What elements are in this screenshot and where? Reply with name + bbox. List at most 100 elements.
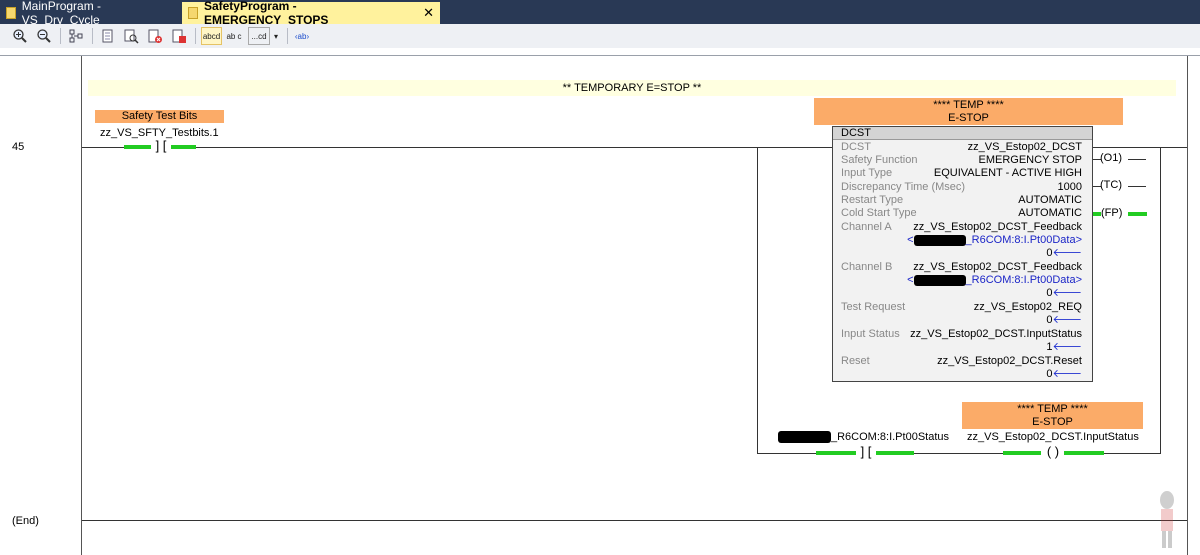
delete-rung-icon[interactable] <box>146 27 164 45</box>
param-value[interactable]: AUTOMATIC <box>1018 194 1082 207</box>
param-label: Safety Function <box>841 154 918 166</box>
left-power-rail <box>81 56 82 555</box>
redacted-mark <box>913 234 966 246</box>
output-pin-o1[interactable]: (O1) <box>1100 152 1122 164</box>
toolbar-separator <box>60 28 61 44</box>
param-label: DCST <box>841 141 871 153</box>
ladder-toolbar: abcd ab c ...cd ▾ ‹ab› <box>0 24 1200 49</box>
ote-coil[interactable]: ( ) <box>1041 445 1065 458</box>
alias-bracket: < <box>907 234 914 246</box>
param-label: Channel B <box>841 261 893 273</box>
document-tab-bar: MainProgram - VS_Dry_Cycle SafetyProgram… <box>0 0 1200 27</box>
rung-structure-icon[interactable] <box>67 27 85 45</box>
param-row: Test Request zz_VS_Estop02_REQ <box>841 301 1082 314</box>
coil-description-line: E-STOP <box>1032 416 1073 428</box>
coil-description-line: **** TEMP **** <box>1017 403 1088 415</box>
param-row: Input Type EQUIVALENT - ACTIVE HIGH <box>841 167 1082 180</box>
param-value[interactable]: EQUIVALENT - ACTIVE HIGH <box>934 167 1082 180</box>
param-value[interactable]: AUTOMATIC <box>1018 207 1082 220</box>
zoom-in-icon[interactable] <box>11 27 29 45</box>
chevron-down-icon[interactable]: ▾ <box>271 27 281 45</box>
energized-indicator <box>1128 212 1147 216</box>
block-description-line: **** TEMP **** <box>933 99 1004 111</box>
redacted-mark <box>913 274 966 286</box>
xic-contact[interactable]: ] [ <box>856 445 876 458</box>
param-row: Restart Type AUTOMATIC <box>841 194 1082 207</box>
contact-tag[interactable]: _R6COM:8:I.Pt00Status <box>831 431 949 443</box>
state-value: 0🡐 <box>1046 368 1082 381</box>
param-row: Channel B zz_VS_Estop02_DCST_Feedback <box>841 261 1082 274</box>
toolbar-separator <box>195 28 196 44</box>
branch-left-wire <box>757 147 758 453</box>
param-value[interactable]: zz_VS_Estop02_DCST.Reset <box>937 355 1082 368</box>
branch-right-wire <box>1160 147 1161 453</box>
param-label: Input Status <box>841 328 900 340</box>
arrow-left-icon: 🡐 <box>1052 314 1083 326</box>
energized-indicator <box>1003 451 1043 455</box>
alias-value[interactable]: < _R6COM:8:I.Pt00Data> <box>907 274 1082 287</box>
param-value[interactable]: zz_VS_Estop02_DCST.InputStatus <box>910 328 1082 341</box>
zoom-out-icon[interactable] <box>35 27 53 45</box>
show-tag-description-button[interactable]: abcd <box>201 27 222 45</box>
routine-icon <box>6 7 16 19</box>
param-value[interactable]: zz_VS_Estop02_DCST_Feedback <box>913 261 1082 274</box>
param-row: Input Status zz_VS_Estop02_DCST.InputSta… <box>841 328 1082 341</box>
tab-label: MainProgram - VS_Dry_Cycle <box>21 0 102 27</box>
param-value[interactable]: zz_VS_Estop02_DCST_Feedback <box>913 221 1082 234</box>
xic-contact[interactable]: ] [ <box>151 139 171 152</box>
alias-text: _R6COM:8:I.Pt00Data> <box>965 274 1082 286</box>
energized-indicator <box>1064 451 1104 455</box>
output-wire <box>1128 159 1146 160</box>
tab-safety-program[interactable]: SafetyProgram - EMERGENCY_STOPS ✕ <box>182 0 440 27</box>
show-operand-button[interactable]: ab c <box>225 27 243 45</box>
tab-label: SafetyProgram - EMERGENCY_STOPS <box>203 0 329 27</box>
output-pin-label: O1 <box>1103 152 1119 164</box>
output-pin-tc[interactable]: (TC) <box>1100 179 1122 191</box>
search-instruction-icon[interactable] <box>122 27 140 45</box>
end-rung-wire <box>82 520 1187 521</box>
param-value[interactable]: zz_VS_Estop02_DCST <box>968 141 1082 154</box>
param-row: Reset zz_VS_Estop02_DCST.Reset <box>841 355 1082 368</box>
instruction-list-icon[interactable] <box>99 27 117 45</box>
param-row: Cold Start Type AUTOMATIC <box>841 207 1082 220</box>
param-label: Reset <box>841 355 870 367</box>
editor-top-border <box>0 55 1200 56</box>
param-label: Channel A <box>841 221 892 233</box>
rung-number[interactable]: 45 <box>12 141 24 153</box>
arrow-left-icon: 🡐 <box>1052 247 1083 259</box>
alias-text: _R6COM:8:I.Pt00Data> <box>965 234 1082 246</box>
rung-comment[interactable]: ** TEMPORARY E=STOP ** <box>88 80 1176 96</box>
dcst-instruction-block[interactable]: DCST DCST zz_VS_Estop02_DCST Safety Func… <box>832 126 1093 382</box>
output-pin-label: FP <box>1104 207 1119 219</box>
param-value[interactable]: EMERGENCY STOP <box>978 154 1082 167</box>
rung-error-icon[interactable] <box>170 27 188 45</box>
close-icon[interactable]: ✕ <box>423 5 434 21</box>
param-label: Restart Type <box>841 194 904 206</box>
arrow-left-icon: 🡐 <box>1052 287 1083 299</box>
end-rung-label: (End) <box>12 515 39 527</box>
right-power-rail <box>1187 56 1188 555</box>
state-value: 1🡐 <box>1046 341 1082 354</box>
ladder-editor[interactable]: ** TEMPORARY E=STOP ** 45 Safety Test Bi… <box>0 48 1200 555</box>
param-value[interactable]: 1000 <box>1058 181 1082 194</box>
instruction-tag-button[interactable]: ‹ab› <box>292 27 312 45</box>
redacted-mark <box>778 431 831 443</box>
param-row: Safety Function EMERGENCY STOP <box>841 154 1082 167</box>
alias-bracket: < <box>907 274 914 286</box>
energized-indicator <box>1093 212 1101 216</box>
alias-value[interactable]: < _R6COM:8:I.Pt00Data> <box>907 234 1082 247</box>
block-title: DCST <box>833 127 1092 140</box>
output-pin-fp[interactable]: (FP) <box>1101 207 1122 219</box>
coil-tag[interactable]: zz_VS_Estop02_DCST.InputStatus <box>967 431 1139 443</box>
param-value[interactable]: zz_VS_Estop02_REQ <box>974 301 1082 314</box>
text-wrap-button[interactable]: ...cd <box>248 27 270 45</box>
guard-watermark-icon <box>1160 491 1174 548</box>
energized-indicator <box>124 145 152 149</box>
state-value: 0🡐 <box>1046 314 1082 327</box>
block-description: **** TEMP **** E-STOP <box>814 98 1123 125</box>
param-label: Input Type <box>841 167 893 179</box>
param-label: Discrepancy Time (Msec) <box>841 181 966 193</box>
state-row: 0🡐 <box>841 368 1082 381</box>
alias-row: < _R6COM:8:I.Pt00Data> <box>841 234 1082 247</box>
tab-main-program[interactable]: MainProgram - VS_Dry_Cycle <box>0 0 182 27</box>
